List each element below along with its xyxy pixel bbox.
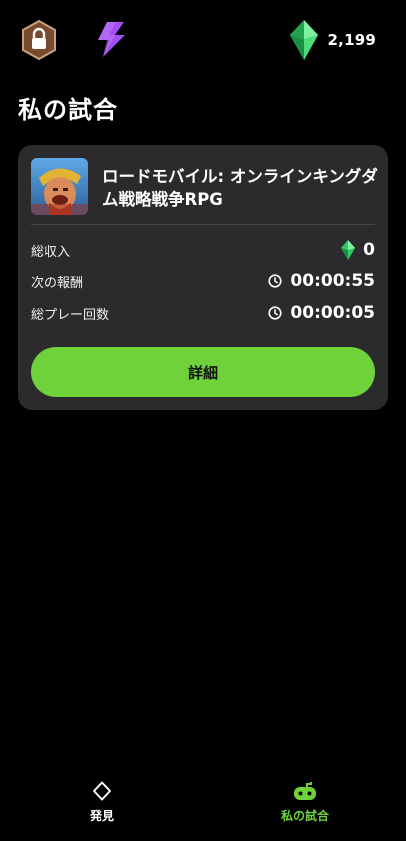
lock-badge-icon[interactable] [21,19,57,61]
next-reward-label: 次の報酬 [31,275,84,291]
total-income-row: 総収入 0 [31,238,375,262]
diamond-outline-icon [93,781,111,801]
match-card[interactable]: ロードモバイル: オンラインキングダム戦略戦争RPG 総収入 0 次の報酬 00… [18,145,388,410]
total-play-time-label: 総プレー回数 [31,307,110,323]
nav-item-my-matches[interactable]: 私の試合 [270,781,340,824]
top-bar: 2,199 [0,0,406,80]
gem-count: 2,199 [327,31,376,49]
gem-balance[interactable]: 2,199 [288,18,376,62]
nav-item-discover[interactable]: 発見 [80,781,124,824]
card-divider [31,224,375,225]
next-reward-value: 00:00:55 [290,271,375,291]
green-gem-icon [341,240,356,260]
lightning-bolt-icon[interactable] [94,20,128,58]
total-play-time-value: 00:00:05 [290,303,375,323]
game-title: ロードモバイル: オンラインキングダム戦略戦争RPG [102,167,378,209]
bottom-nav: 発見 私の試合 [0,771,406,841]
gamepad-icon [294,782,316,800]
total-income-label: 総収入 [31,244,71,260]
page-title: 私の試合 [18,96,118,124]
next-reward-row: 次の報酬 00:00:55 [31,269,375,293]
nav-my-matches-label: 私の試合 [280,809,329,823]
total-income-value: 0 [363,240,375,260]
nav-discover-label: 発見 [89,809,114,823]
game-thumbnail [31,158,88,215]
details-button[interactable]: 詳細 [31,347,375,397]
green-gem-icon [289,20,318,60]
clock-icon [268,306,283,320]
total-play-time-row: 総プレー回数 00:00:05 [31,301,375,325]
clock-icon [268,274,283,288]
